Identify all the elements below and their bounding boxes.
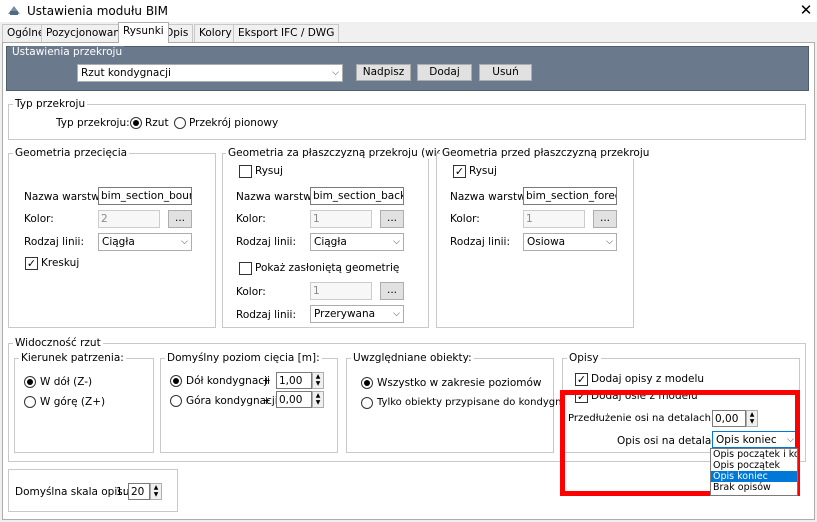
tab-rysunki[interactable]: Rysunki [118,22,169,43]
chevron-down-icon: ⌵ [181,237,188,247]
radio-all-objects[interactable] [361,377,373,389]
radio-bottom-level[interactable] [170,375,182,387]
front-draw-label: Rysuj [469,165,497,177]
radio-down-label: W dół (Z-) [40,376,93,388]
add-desc-label: Dodaj opisy z modelu [591,373,705,385]
front-linetype-label: Rodzaj linii: [450,236,510,248]
top-level-input[interactable]: 0,00 [276,391,312,408]
top-plus-label: + [262,395,271,407]
behind-linetype-value: Ciągła [314,236,347,248]
section-preset-value: Rzut kondygnacji [81,67,171,79]
front-color-input[interactable]: 1 [523,210,585,228]
scale-label: Domyślna skala opisu [15,486,130,498]
front-color-picker-button[interactable]: ... [593,210,617,228]
behind-draw-label: Rysuj [255,165,283,177]
cut-layer-label: Nazwa warstwy: [24,191,109,203]
cut-geometry-group-label: Geometria przecięcia [13,147,130,159]
chevron-down-icon: ⌵ [606,237,613,247]
front-layer-input[interactable]: bim_section_foreground [523,187,617,205]
front-linetype-select[interactable]: Osiowa ⌵ [523,233,617,251]
visibility-group-label: Widoczność rzut [13,337,103,349]
behind-layer-input[interactable]: bim_section_background [310,187,404,205]
radio-przekroj-pionowy[interactable] [174,117,186,129]
chevron-down-icon: ⌵ [393,309,400,319]
cut-color-label: Kolor: [24,213,54,225]
cut-color-picker-button[interactable]: ... [168,210,192,228]
add-button[interactable]: Dodaj [417,64,472,81]
hidden-linetype-select[interactable]: Przerywana ⌵ [310,305,404,323]
show-hidden-label: Pokaż zasłoniętą geometrię [255,262,400,274]
cut-linetype-select[interactable]: Ciągła ⌵ [98,233,192,251]
radio-down[interactable] [24,376,36,388]
axis-desc-option[interactable]: Brak opisów [711,482,797,493]
scale-input[interactable]: 20 [128,483,150,500]
cut-color-input[interactable]: 2 [98,210,160,228]
radio-rzut[interactable] [130,117,142,129]
top-level-spinner[interactable]: ▲ ▼ [312,391,324,408]
behind-color-input[interactable]: 1 [310,210,372,228]
front-geometry-group-label: Geometria przed płaszczyzną przekroju [440,147,652,159]
scale-prefix: 1: [116,486,127,498]
chevron-down-icon: ⌵ [332,68,339,78]
section-settings-label: Ustawienia przekroju [10,46,125,58]
cut-level-group-label: Domyślny poziom cięcia [m]: [165,352,322,364]
overwrite-button[interactable]: Nadpisz [356,64,411,81]
scale-spinner[interactable]: ▲ ▼ [150,483,162,500]
behind-draw-checkbox[interactable] [239,165,252,178]
behind-color-picker-button[interactable]: ... [380,210,404,228]
hatch-label: Kreskuj [41,257,80,269]
tab-kolory[interactable]: Kolory [194,24,237,42]
cut-layer-input[interactable]: bim_section_boundary [98,187,192,205]
behind-color-label: Kolor: [236,213,266,225]
bottom-plus-label: + [262,375,271,387]
close-icon[interactable]: ✕ [797,1,815,19]
behind-linetype-label: Rodzaj linii: [236,236,296,248]
section-type-label: Typ przekroju: [56,117,130,129]
cut-linetype-label: Rodzaj linii: [24,236,84,248]
front-color-label: Kolor: [450,213,480,225]
cut-linetype-value: Ciągła [102,236,135,248]
radio-przekroj-pionowy-label: Przekrój pionowy [189,117,279,129]
chevron-down-icon: ⌵ [393,237,400,247]
add-desc-checkbox[interactable]: ✓ [575,373,588,386]
section-type-group-label: Typ przekroju [13,98,88,110]
section-preset-select[interactable]: Rzut kondygnacji ⌵ [77,64,343,82]
tab-eksport[interactable]: Eksport IFC / DWG [233,24,340,42]
bottom-level-label: Dół kondygnacji [186,375,270,387]
bottom-level-input[interactable]: 1,00 [276,372,312,389]
window-title: Ustawienia modułu BIM [27,4,168,18]
behind-linetype-select[interactable]: Ciągła ⌵ [310,233,404,251]
radio-all-objects-label: Wszystko w zakresie poziomów [377,377,542,389]
front-linetype-value: Osiowa [527,236,566,248]
hidden-linetype-value: Przerywana [314,308,376,320]
direction-group-label: Kierunek patrzenia: [19,352,126,364]
descriptions-group-label: Opisy [567,352,601,364]
behind-geometry-group-label: Geometria za płaszczyzną przekroju (wido… [226,147,462,159]
delete-button[interactable]: Usuń [479,64,532,81]
axis-desc-option[interactable]: Opis początek i koniec [711,449,797,460]
objects-group-label: Uwzględniane obiekty: [351,352,474,364]
radio-assigned-objects-label: Tylko obiekty przypisane do kondygnacji [377,397,579,408]
app-icon [8,6,20,15]
hidden-linetype-label: Rodzaj linii: [236,309,296,321]
axis-desc-dropdown: Opis początek i koniec Opis początek Opi… [710,448,798,496]
radio-rzut-label: Rzut [145,117,169,129]
axis-desc-option-selected[interactable]: Opis koniec [711,471,797,482]
radio-top-level[interactable] [170,395,182,407]
hidden-color-label: Kolor: [236,286,266,298]
radio-up[interactable] [24,396,36,408]
show-hidden-checkbox[interactable] [239,262,252,275]
radio-up-label: W górę (Z+) [40,396,106,408]
front-layer-label: Nazwa warstwy: [450,191,535,203]
hatch-checkbox[interactable]: ✓ [25,257,38,270]
front-draw-checkbox[interactable]: ✓ [453,165,466,178]
axis-desc-option[interactable]: Opis początek [711,460,797,471]
behind-layer-label: Nazwa warstwy: [236,191,321,203]
radio-assigned-objects[interactable] [361,397,373,409]
bottom-level-spinner[interactable]: ▲ ▼ [312,372,324,389]
hidden-color-input[interactable]: 1 [310,282,372,300]
hidden-color-picker-button[interactable]: ... [380,282,404,300]
